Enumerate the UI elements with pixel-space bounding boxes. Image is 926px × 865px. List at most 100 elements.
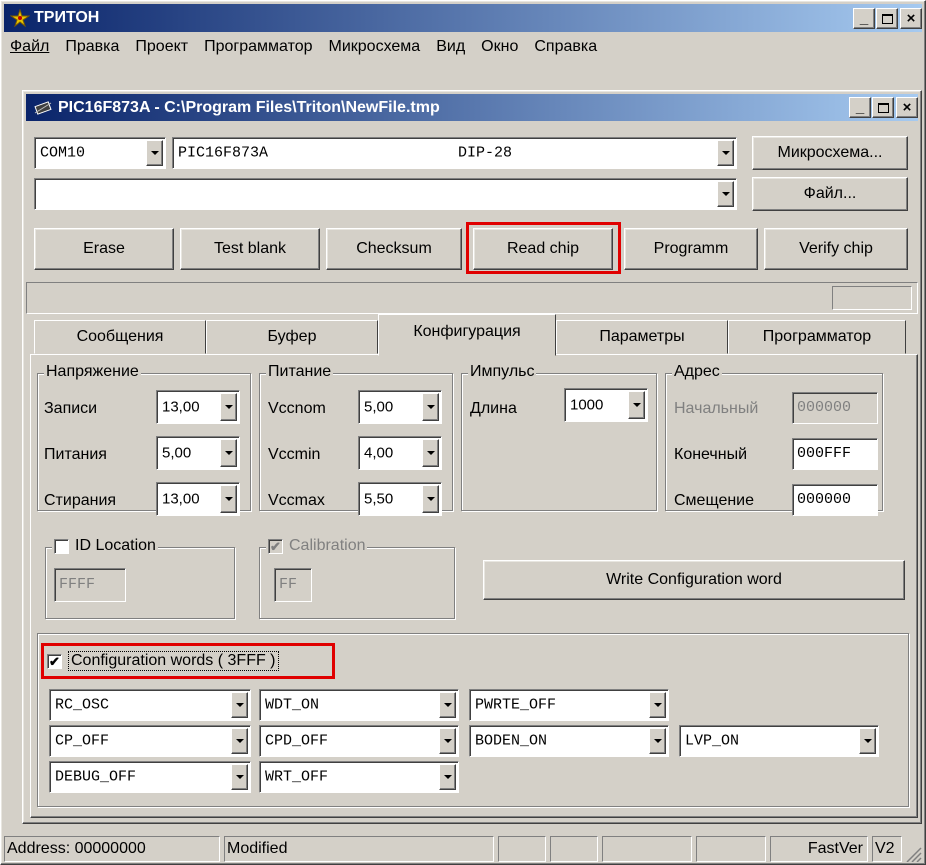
tab-messages[interactable]: Сообщения <box>34 320 206 354</box>
child-title: PIC16F873A - C:\Program Files\Triton\New… <box>58 98 440 116</box>
chevron-down-icon[interactable] <box>649 692 666 718</box>
menu-help[interactable]: Справка <box>534 38 597 56</box>
child-minimize-icon[interactable]: _ <box>849 97 871 118</box>
menu-programmer[interactable]: Программатор <box>204 38 312 56</box>
vccmin-label: Vccmin <box>268 446 321 463</box>
chevron-down-icon[interactable] <box>439 764 456 790</box>
id-location-field[interactable]: FFFF <box>54 568 126 602</box>
config-cp-value: CP_OFF <box>55 732 110 750</box>
chevron-down-icon[interactable] <box>231 692 248 718</box>
id-location-legend: ID Location <box>52 537 158 555</box>
tab-parameters[interactable]: Параметры <box>556 320 728 354</box>
vccmin-select[interactable]: 4,00 <box>358 436 442 470</box>
child-close-icon[interactable]: × <box>896 97 918 118</box>
write-config-button[interactable]: Write Configuration word <box>483 560 905 600</box>
chevron-down-icon[interactable] <box>439 692 456 718</box>
menu-file[interactable]: Файл <box>10 38 49 56</box>
verify-chip-button[interactable]: Verify chip <box>764 228 908 270</box>
config-lvp-select[interactable]: LVP_ON <box>679 725 879 757</box>
config-words-highlight <box>41 643 335 679</box>
chevron-down-icon[interactable] <box>717 140 734 166</box>
config-debug-select[interactable]: DEBUG_OFF <box>49 761 251 793</box>
config-pwrte-value: PWRTE_OFF <box>475 696 557 714</box>
pulse-title: Импульс <box>468 363 537 381</box>
file-button[interactable]: Файл... <box>752 177 908 211</box>
minimize-icon[interactable]: _ <box>853 8 875 29</box>
chevron-down-icon[interactable] <box>220 393 237 421</box>
checksum-button[interactable]: Checksum <box>326 228 462 270</box>
file-select[interactable] <box>34 178 737 210</box>
chevron-down-icon[interactable] <box>859 728 876 754</box>
menu-project[interactable]: Проект <box>135 38 188 56</box>
chevron-down-icon[interactable] <box>439 728 456 754</box>
erase-button[interactable]: Erase <box>34 228 174 270</box>
calibration-group: ✔ Calibration FF <box>259 537 455 619</box>
vccnom-value: 5,00 <box>364 398 394 416</box>
calibration-checkbox[interactable]: ✔ <box>268 538 283 554</box>
menu-view[interactable]: Вид <box>436 38 465 56</box>
config-cpd-select[interactable]: CPD_OFF <box>259 725 459 757</box>
config-wrt-select[interactable]: WRT_OFF <box>259 761 459 793</box>
chevron-down-icon[interactable] <box>231 764 248 790</box>
chevron-down-icon[interactable] <box>717 181 734 207</box>
size-grip-icon[interactable] <box>904 846 922 863</box>
vccmax-select[interactable]: 5,50 <box>358 482 442 516</box>
test-blank-button[interactable]: Test blank <box>180 228 320 270</box>
app-icon <box>9 8 31 28</box>
chip-button[interactable]: Микросхема... <box>752 136 908 170</box>
chevron-down-icon[interactable] <box>649 728 666 754</box>
tab-programmer[interactable]: Программатор <box>728 320 906 354</box>
voltage-write-value: 13,00 <box>162 398 200 416</box>
menu-window[interactable]: Окно <box>481 38 518 56</box>
vccmax-label: Vccmax <box>268 492 325 509</box>
config-pwrte-select[interactable]: PWRTE_OFF <box>469 689 669 721</box>
config-boden-select[interactable]: BODEN_ON <box>469 725 669 757</box>
chevron-down-icon[interactable] <box>422 439 439 467</box>
address-title: Адрес <box>672 363 722 381</box>
voltage-power-select[interactable]: 5,00 <box>156 436 240 470</box>
id-location-checkbox[interactable] <box>54 538 69 554</box>
pulse-length-select[interactable]: 1000 <box>564 388 648 422</box>
address-end-label: Конечный <box>674 446 748 463</box>
close-icon[interactable]: × <box>900 8 922 29</box>
voltage-write-label: Записи <box>44 400 98 417</box>
chevron-down-icon[interactable] <box>231 728 248 754</box>
config-cpd-value: CPD_OFF <box>265 732 329 750</box>
chevron-down-icon[interactable] <box>422 393 439 421</box>
status-cell-empty-1 <box>498 836 546 862</box>
port-select[interactable]: COM10 <box>34 137 166 169</box>
config-osc-select[interactable]: RC_OSC <box>49 689 251 721</box>
config-wdt-select[interactable]: WDT_ON <box>259 689 459 721</box>
status-cell-empty-4 <box>696 836 766 862</box>
config-cp-select[interactable]: CP_OFF <box>49 725 251 757</box>
config-boden-value: BODEN_ON <box>475 732 548 750</box>
voltage-group: Напряжение Записи 13,00 Питания 5,00 Сти… <box>37 363 251 516</box>
chevron-down-icon[interactable] <box>220 439 237 467</box>
programm-button[interactable]: Programm <box>624 228 758 270</box>
chevron-down-icon[interactable] <box>146 140 163 166</box>
maximize-icon[interactable] <box>876 8 898 29</box>
child-maximize-icon[interactable] <box>872 97 894 118</box>
voltage-write-select[interactable]: 13,00 <box>156 390 240 424</box>
status-address: Address: 00000000 <box>4 836 220 862</box>
chevron-down-icon[interactable] <box>422 485 439 513</box>
vccnom-select[interactable]: 5,00 <box>358 390 442 424</box>
address-offset-field[interactable]: 000000 <box>792 484 878 516</box>
child-title-bar[interactable]: PIC16F873A - C:\Program Files\Triton\New… <box>26 94 918 121</box>
tab-buffer[interactable]: Буфер <box>206 320 378 354</box>
app-title-bar[interactable]: ТРИТОН <box>4 4 922 32</box>
tab-configuration[interactable]: Конфигурация <box>378 314 556 356</box>
address-group: Адрес Начальный 000000 Конечный 000FFF С… <box>665 363 883 516</box>
calibration-field[interactable]: FF <box>274 568 312 602</box>
address-end-field[interactable]: 000FFF <box>792 438 878 470</box>
chip-value: PIC16F873A <box>178 144 269 162</box>
menu-chip[interactable]: Микросхема <box>329 38 421 56</box>
chevron-down-icon[interactable] <box>628 391 645 419</box>
chip-select[interactable]: PIC16F873A DIP-28 <box>172 137 737 169</box>
chevron-down-icon[interactable] <box>220 485 237 513</box>
voltage-erase-select[interactable]: 13,00 <box>156 482 240 516</box>
read-chip-highlight <box>466 222 621 274</box>
menu-edit[interactable]: Правка <box>65 38 119 56</box>
config-lvp-value: LVP_ON <box>685 732 740 750</box>
address-start-field[interactable]: 000000 <box>792 392 878 424</box>
